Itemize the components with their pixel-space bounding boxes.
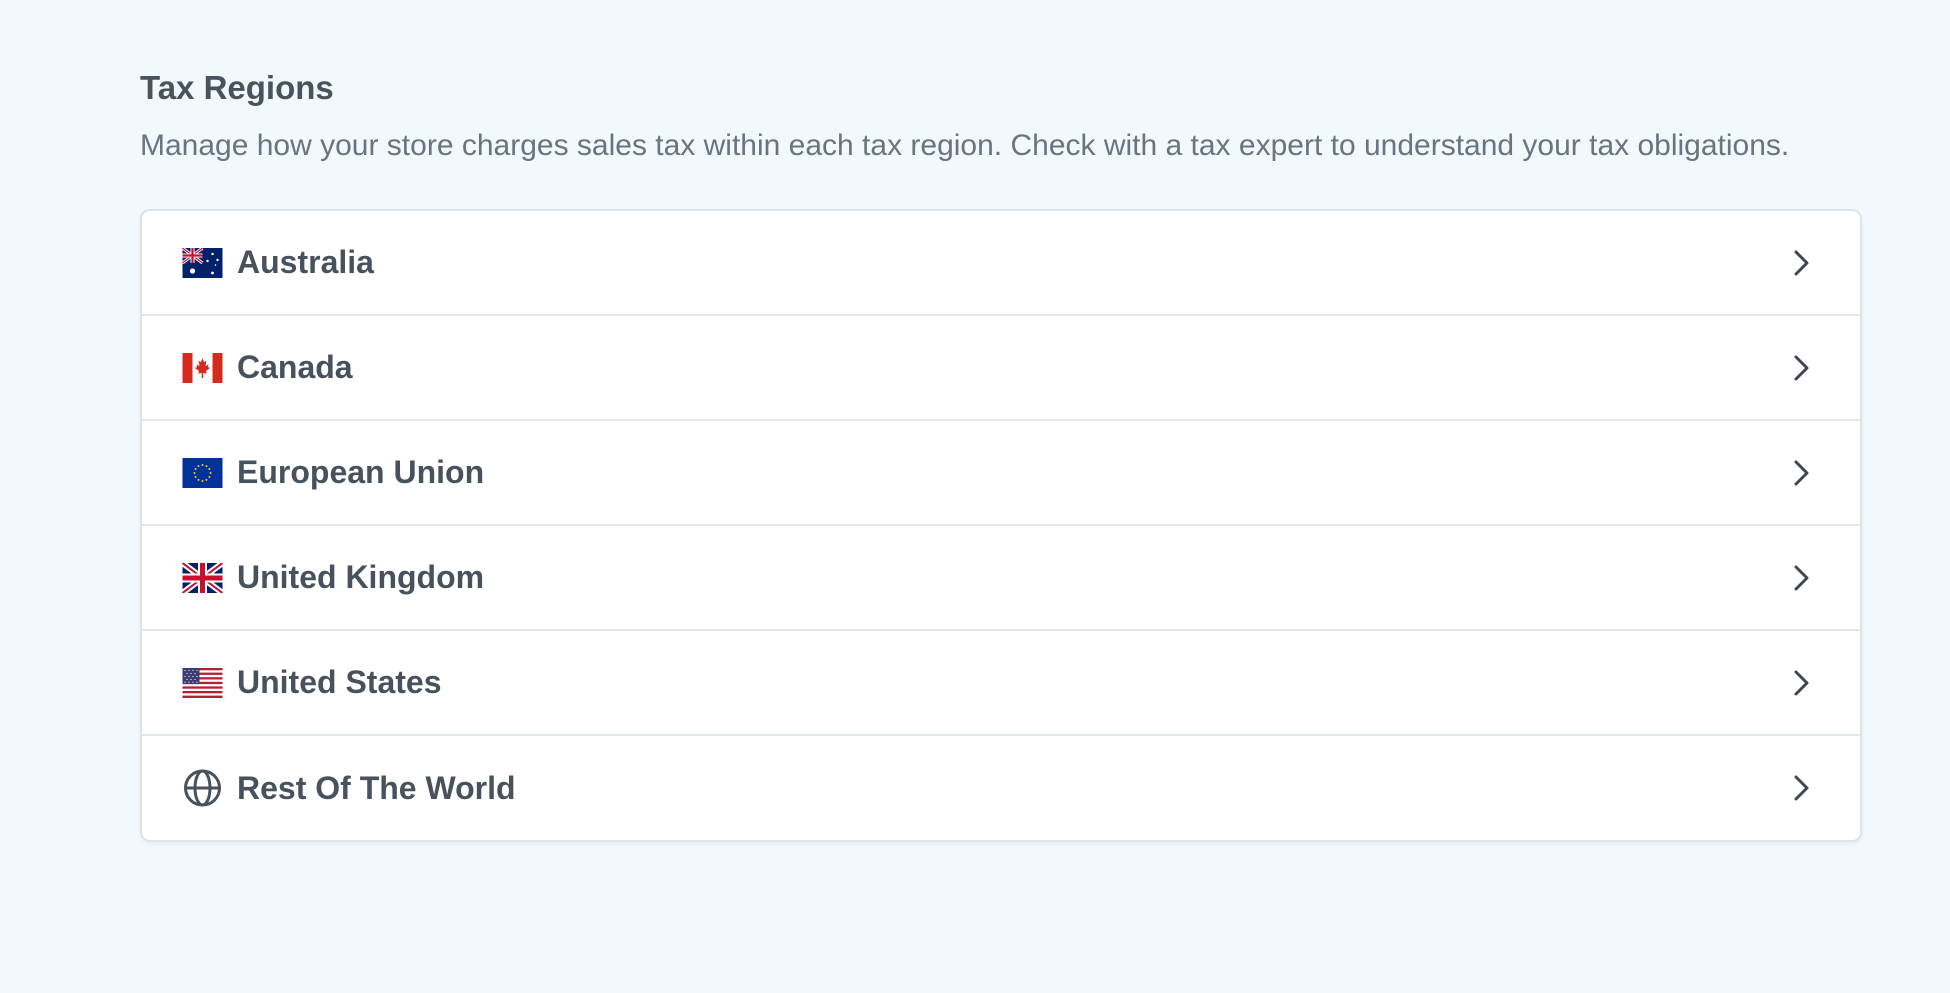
chevron-right-icon — [1794, 565, 1809, 590]
section-title: Tax Regions — [140, 69, 334, 106]
chevron-right-icon — [1794, 670, 1809, 695]
tax-regions-section: Tax Regions Manage how your store charge… — [140, 62, 1862, 842]
us-flag-icon — [182, 667, 223, 698]
region-row-european-union[interactable]: European Union — [142, 421, 1860, 526]
chevron-right-icon — [1794, 775, 1809, 801]
tax-regions-list: Australia Canada European Union United K… — [140, 209, 1862, 842]
region-row-australia[interactable]: Australia — [142, 211, 1860, 316]
region-label: Rest Of The World — [237, 769, 516, 806]
section-description: Manage how your store charges sales tax … — [140, 129, 1790, 162]
australia-flag-icon — [182, 247, 223, 278]
region-row-united-kingdom[interactable]: United Kingdom — [142, 526, 1860, 631]
region-row-united-states[interactable]: United States — [142, 631, 1860, 736]
chevron-right-icon — [1794, 460, 1809, 485]
region-label: Canada — [237, 349, 353, 385]
globe-icon — [184, 769, 221, 807]
eu-flag-icon — [182, 457, 223, 488]
region-label: Australia — [237, 244, 374, 280]
region-row-rest-of-the-world[interactable]: Rest Of The World — [142, 736, 1860, 840]
region-row-canada[interactable]: Canada — [142, 316, 1860, 421]
region-label: United Kingdom — [237, 559, 485, 595]
chevron-right-icon — [1794, 355, 1809, 380]
region-label: United States — [237, 664, 442, 700]
chevron-right-icon — [1794, 250, 1809, 275]
region-label: European Union — [237, 454, 485, 490]
uk-flag-icon — [182, 562, 223, 593]
canada-flag-icon — [182, 352, 223, 383]
